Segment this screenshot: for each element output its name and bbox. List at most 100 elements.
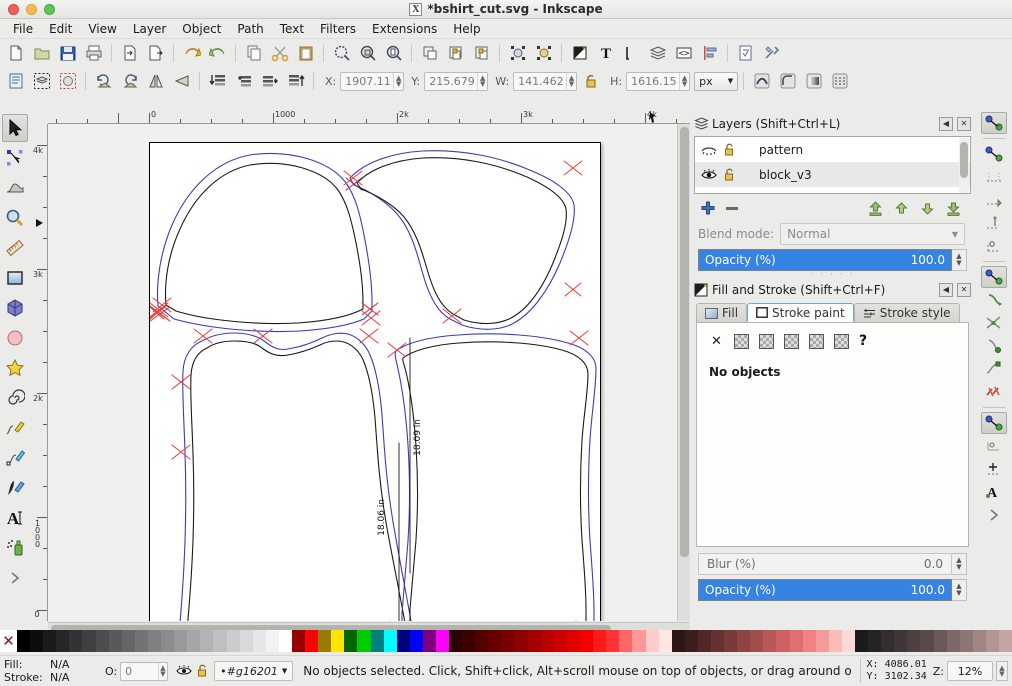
radial-gradient-icon[interactable] xyxy=(784,334,799,349)
palette-swatch[interactable] xyxy=(410,630,423,652)
palette-swatch[interactable] xyxy=(187,630,200,652)
blur-spinner[interactable]: ▲▼ xyxy=(952,553,967,575)
import-icon[interactable] xyxy=(117,41,142,65)
snap-more[interactable] xyxy=(981,504,1007,526)
palette-swatch[interactable] xyxy=(318,630,331,652)
palette-swatch[interactable] xyxy=(462,630,475,652)
eye-closed-icon[interactable] xyxy=(701,144,723,156)
snap-midpoints-line-segments[interactable] xyxy=(981,381,1007,403)
panel-resize-grip[interactable]: · · · · · xyxy=(694,271,971,280)
clone-icon[interactable] xyxy=(531,41,556,65)
palette-swatch[interactable] xyxy=(973,630,986,652)
palette-swatch[interactable] xyxy=(174,630,187,652)
snap-to-paths[interactable] xyxy=(981,289,1007,311)
star-tool[interactable] xyxy=(2,354,28,382)
select-all-icon[interactable] xyxy=(3,69,28,93)
palette-swatch[interactable] xyxy=(554,630,567,652)
palette-swatch[interactable] xyxy=(619,630,632,652)
palette-swatch[interactable] xyxy=(711,630,724,652)
fill-stroke-close-button[interactable]: ✕ xyxy=(957,283,971,297)
ellipse-tool[interactable] xyxy=(2,324,28,352)
xml-editor-icon[interactable]: <> xyxy=(671,41,696,65)
opacity-spinner[interactable]: ▲▼ xyxy=(158,663,168,680)
zoom-tool[interactable] xyxy=(2,204,28,232)
measure-tool[interactable] xyxy=(2,234,28,262)
palette-swatch[interactable] xyxy=(109,630,122,652)
align-distribute-icon[interactable] xyxy=(697,41,722,65)
rectangle-tool[interactable] xyxy=(2,264,28,292)
blend-mode-select[interactable]: Normal ▼ xyxy=(780,223,965,245)
zoom-drawing-icon[interactable] xyxy=(355,41,380,65)
palette-swatch[interactable] xyxy=(750,630,763,652)
palette-swatch[interactable] xyxy=(357,630,370,652)
palette-swatch[interactable] xyxy=(632,630,645,652)
palette-swatch[interactable] xyxy=(475,630,488,652)
opacity-input[interactable]: ▲▼ xyxy=(120,662,168,681)
layer-row-block-v2[interactable]: block_v2 xyxy=(695,187,970,194)
palette-swatches[interactable] xyxy=(17,630,1012,652)
current-layer-indicator[interactable]: •#g16201 ▼ xyxy=(214,661,293,681)
palette-swatch[interactable] xyxy=(43,630,56,652)
layer-row-pattern[interactable]: pattern xyxy=(695,137,970,162)
palette-swatch[interactable] xyxy=(567,630,580,652)
snap-text-baselines[interactable]: A xyxy=(981,481,1007,503)
palette-swatch[interactable] xyxy=(69,630,82,652)
menu-layer[interactable]: Layer xyxy=(125,20,174,38)
snap-bbox-edges[interactable] xyxy=(981,166,1007,188)
palette-swatch[interactable] xyxy=(593,630,606,652)
palette-swatch[interactable] xyxy=(436,630,449,652)
y-spinner[interactable]: ▲▼ xyxy=(477,73,487,90)
palette-swatch[interactable] xyxy=(449,630,462,652)
group-icon[interactable] xyxy=(443,41,468,65)
vertical-scroll-thumb[interactable] xyxy=(680,127,689,557)
bezier-pen-tool[interactable] xyxy=(2,444,28,472)
palette-swatch[interactable] xyxy=(305,630,318,652)
palette-swatch[interactable] xyxy=(213,630,226,652)
fill-stroke-icon[interactable] xyxy=(567,41,592,65)
layers-list[interactable]: pattern block_v3 xyxy=(694,136,971,194)
menu-help[interactable]: Help xyxy=(445,20,488,38)
palette-swatch[interactable] xyxy=(934,630,947,652)
lock-ratio-icon[interactable] xyxy=(578,69,603,93)
redo-icon[interactable] xyxy=(205,41,230,65)
object-properties-icon[interactable] xyxy=(505,41,530,65)
snap-bbox-corners[interactable] xyxy=(981,189,1007,211)
unlocked-icon[interactable] xyxy=(723,168,745,182)
flip-vertical-icon[interactable] xyxy=(169,69,194,93)
text-tool[interactable]: A xyxy=(2,504,28,532)
box-3d-tool[interactable] xyxy=(2,294,28,322)
snap-nodes-paths[interactable] xyxy=(981,266,1007,288)
palette-swatch[interactable] xyxy=(344,630,357,652)
rotate-90-ccw-icon[interactable] xyxy=(91,69,116,93)
snap-to-cusp-nodes[interactable] xyxy=(981,335,1007,357)
add-layer-icon[interactable] xyxy=(700,200,716,216)
layers-collapse-button[interactable]: ◀ xyxy=(939,117,953,131)
zoom-page-icon[interactable] xyxy=(381,41,406,65)
layer-opacity-slider[interactable]: Opacity (%) 100.0 xyxy=(698,249,952,271)
menu-extensions[interactable]: Extensions xyxy=(364,20,445,38)
color-palette[interactable]: ✕ xyxy=(0,630,1012,652)
x-input[interactable]: ▲▼ xyxy=(340,72,404,91)
more-tools[interactable] xyxy=(2,564,28,592)
preferences-icon[interactable] xyxy=(759,41,784,65)
ungroup-icon[interactable] xyxy=(469,41,494,65)
x-spinner[interactable]: ▲▼ xyxy=(393,73,403,90)
fill-stroke-collapse-button[interactable]: ◀ xyxy=(939,283,953,297)
palette-swatch[interactable] xyxy=(698,630,711,652)
paste-icon[interactable] xyxy=(293,41,318,65)
zoom-input[interactable]: 12% xyxy=(947,661,993,681)
tab-fill[interactable]: Fill xyxy=(696,303,747,322)
palette-swatch[interactable] xyxy=(227,630,240,652)
lower-icon[interactable] xyxy=(231,69,256,93)
palette-swatch[interactable] xyxy=(659,630,672,652)
snap-path-intersections[interactable] xyxy=(981,312,1007,334)
palette-swatch[interactable] xyxy=(161,630,174,652)
palette-swatch[interactable] xyxy=(894,630,907,652)
eye-open-icon[interactable] xyxy=(701,169,723,181)
undo-icon[interactable] xyxy=(179,41,204,65)
palette-swatch[interactable] xyxy=(200,630,213,652)
unlocked-icon[interactable] xyxy=(723,193,745,195)
palette-swatch[interactable] xyxy=(580,630,593,652)
tweak-tool[interactable] xyxy=(2,174,28,202)
lower-layer-icon[interactable] xyxy=(920,201,935,216)
